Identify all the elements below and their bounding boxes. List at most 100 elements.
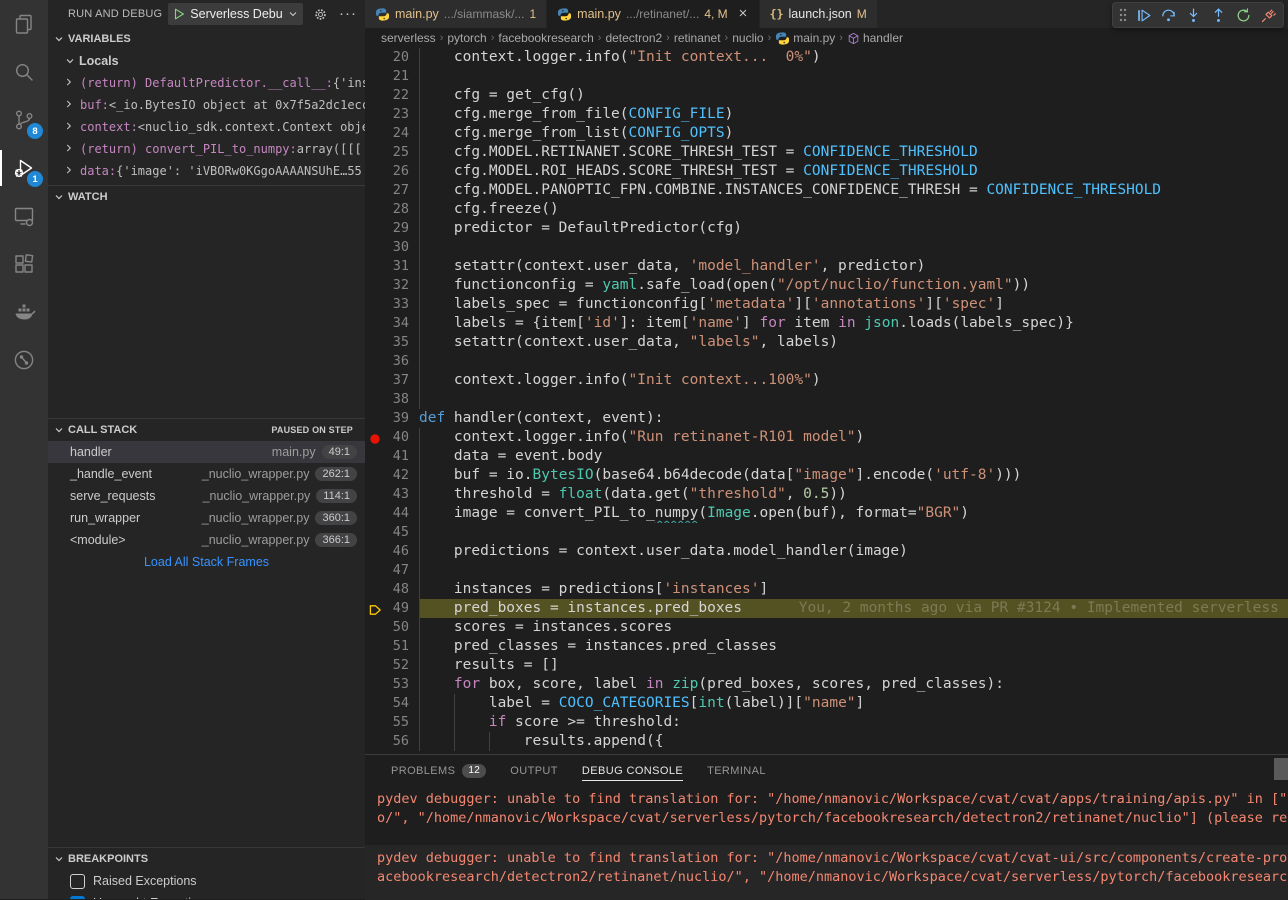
debug-restart-button[interactable] — [1231, 3, 1255, 27]
variable-row[interactable]: data: {'image': 'iVBORw0KGgoAAAANSUhE…55 — [48, 160, 365, 182]
variables-section-header[interactable]: VARIABLES — [48, 28, 365, 50]
editor-gutter[interactable]: 22 — [365, 86, 419, 105]
code-line[interactable]: 47 — [365, 561, 1288, 580]
code-line[interactable]: 29 predictor = DefaultPredictor(cfg) — [365, 219, 1288, 238]
toolbar-grip-handle[interactable] — [1116, 7, 1130, 23]
editor-tab-main-py[interactable]: main.py.../siammask/...1 — [365, 0, 547, 28]
code-line[interactable]: 21 — [365, 67, 1288, 86]
activity-item-run-and-debug[interactable]: 1 — [0, 144, 48, 192]
activity-item-search[interactable] — [0, 48, 48, 96]
stack-frame-row[interactable]: <module>_nuclio_wrapper.py366:1 — [48, 529, 365, 551]
breadcrumb-item-retinanet[interactable]: retinanet — [674, 31, 721, 45]
code-line[interactable]: 25 cfg.MODEL.RETINANET.SCORE_THRESH_TEST… — [365, 143, 1288, 162]
code-line[interactable]: 44 image = convert_PIL_to_numpy(Image.op… — [365, 504, 1288, 523]
editor-gutter[interactable]: 53 — [365, 675, 419, 694]
panel-tab-output[interactable]: OUTPUT — [510, 755, 558, 786]
code-editor[interactable]: 20 context.logger.info("Init context... … — [365, 48, 1288, 754]
gear-icon[interactable] — [309, 3, 331, 25]
breadcrumb-item-detectron2[interactable]: detectron2 — [605, 31, 662, 45]
editor-gutter[interactable]: 26 — [365, 162, 419, 181]
editor-gutter[interactable]: 38 — [365, 390, 419, 409]
editor-gutter[interactable]: 42 — [365, 466, 419, 485]
code-line[interactable]: 46 predictions = context.user_data.model… — [365, 542, 1288, 561]
breakpoint-row[interactable]: Raised Exceptions — [48, 870, 365, 892]
panel-tab-problems[interactable]: PROBLEMS12 — [391, 755, 486, 786]
code-line[interactable]: 35 setattr(context.user_data, "labels", … — [365, 333, 1288, 352]
editor-gutter[interactable]: 47 — [365, 561, 419, 580]
code-line[interactable]: 20 context.logger.info("Init context... … — [365, 48, 1288, 67]
stack-frame-row[interactable]: serve_requests_nuclio_wrapper.py114:1 — [48, 485, 365, 507]
load-all-stack-frames-link[interactable]: Load All Stack Frames — [48, 555, 365, 569]
code-line[interactable]: 49 pred_boxes = instances.pred_boxesYou,… — [365, 599, 1288, 618]
debug-step-over-button[interactable] — [1156, 3, 1180, 27]
locals-scope[interactable]: Locals — [48, 50, 365, 72]
variable-row[interactable]: context: <nuclio_sdk.context.Context obj… — [48, 116, 365, 138]
activity-item-remote-explorer[interactable] — [0, 192, 48, 240]
code-line[interactable]: 31 setattr(context.user_data, 'model_han… — [365, 257, 1288, 276]
editor-gutter[interactable]: 52 — [365, 656, 419, 675]
code-line[interactable]: 37 context.logger.info("Init context...1… — [365, 371, 1288, 390]
stack-frame-row[interactable]: _handle_event_nuclio_wrapper.py262:1 — [48, 463, 365, 485]
breakpoints-section-header[interactable]: BREAKPOINTS — [48, 848, 365, 870]
code-line[interactable]: 26 cfg.MODEL.ROI_HEADS.SCORE_THRESH_TEST… — [365, 162, 1288, 181]
watch-section-header[interactable]: WATCH — [48, 186, 365, 208]
code-line[interactable]: 50 scores = instances.scores — [365, 618, 1288, 637]
editor-gutter[interactable]: 35 — [365, 333, 419, 352]
debug-disconnect-button[interactable] — [1256, 3, 1280, 27]
code-line[interactable]: 45 — [365, 523, 1288, 542]
breakpoint-row[interactable]: Uncaught Exceptions — [48, 892, 365, 899]
editor-gutter[interactable]: 25 — [365, 143, 419, 162]
code-line[interactable]: 34 labels = {item['id']: item['name'] fo… — [365, 314, 1288, 333]
code-line[interactable]: 27 cfg.MODEL.PANOPTIC_FPN.COMBINE.INSTAN… — [365, 181, 1288, 200]
breadcrumb-item-serverless[interactable]: serverless — [381, 31, 436, 45]
code-line[interactable]: 38 — [365, 390, 1288, 409]
breakpoint-checkbox[interactable] — [70, 874, 85, 889]
code-line[interactable]: 32 functionconfig = yaml.safe_load(open(… — [365, 276, 1288, 295]
editor-gutter[interactable]: 31 — [365, 257, 419, 276]
editor-gutter[interactable]: 36 — [365, 352, 419, 371]
variable-row[interactable]: (return) convert_PIL_to_numpy: array([[[… — [48, 138, 365, 160]
editor-gutter[interactable]: 41 — [365, 447, 419, 466]
debug-step-out-button[interactable] — [1206, 3, 1230, 27]
breadcrumb-item-main-py[interactable]: main.py — [775, 31, 835, 46]
code-line[interactable]: 43 threshold = float(data.get("threshold… — [365, 485, 1288, 504]
editor-gutter[interactable]: 51 — [365, 637, 419, 656]
activity-item-docker[interactable] — [0, 288, 48, 336]
code-line[interactable]: 52 results = [] — [365, 656, 1288, 675]
editor-gutter[interactable]: 34 — [365, 314, 419, 333]
editor-gutter[interactable]: 45 — [365, 523, 419, 542]
code-line[interactable]: 55 if score >= threshold: — [365, 713, 1288, 732]
code-line[interactable]: 33 labels_spec = functionconfig['metadat… — [365, 295, 1288, 314]
editor-gutter[interactable]: 24 — [365, 124, 419, 143]
call-stack-section-header[interactable]: CALL STACK PAUSED ON STEP — [48, 419, 365, 441]
panel-scrollbar[interactable] — [1274, 758, 1288, 780]
code-line[interactable]: 56 results.append({ — [365, 732, 1288, 751]
code-line[interactable]: 36 — [365, 352, 1288, 371]
editor-gutter[interactable]: 46 — [365, 542, 419, 561]
breadcrumb-item-handler[interactable]: handler — [847, 31, 903, 45]
code-line[interactable]: 53 for box, score, label in zip(pred_box… — [365, 675, 1288, 694]
editor-gutter[interactable]: 54 — [365, 694, 419, 713]
activity-item-git-graph[interactable] — [0, 336, 48, 384]
editor-gutter[interactable]: 49 — [365, 599, 419, 618]
editor-gutter[interactable]: 55 — [365, 713, 419, 732]
code-line[interactable]: 28 cfg.freeze() — [365, 200, 1288, 219]
code-line[interactable]: 54 label = COCO_CATEGORIES[int(label)]["… — [365, 694, 1288, 713]
stack-frame-row[interactable]: run_wrapper_nuclio_wrapper.py360:1 — [48, 507, 365, 529]
variable-row[interactable]: buf: <_io.BytesIO object at 0x7f5a2dc1ec… — [48, 94, 365, 116]
editor-gutter[interactable]: 29 — [365, 219, 419, 238]
breadcrumb-item-nuclio[interactable]: nuclio — [732, 31, 763, 45]
code-line[interactable]: 39def handler(context, event): — [365, 409, 1288, 428]
code-line[interactable]: 30 — [365, 238, 1288, 257]
editor-gutter[interactable]: 30 — [365, 238, 419, 257]
editor-gutter[interactable]: 23 — [365, 105, 419, 124]
editor-gutter[interactable]: 33 — [365, 295, 419, 314]
code-line[interactable]: 42 buf = io.BytesIO(base64.b64decode(dat… — [365, 466, 1288, 485]
code-line[interactable]: 48 instances = predictions['instances'] — [365, 580, 1288, 599]
debug-continue-button[interactable] — [1131, 3, 1155, 27]
code-line[interactable]: 23 cfg.merge_from_file(CONFIG_FILE) — [365, 105, 1288, 124]
editor-gutter[interactable]: 39 — [365, 409, 419, 428]
editor-gutter[interactable]: 48 — [365, 580, 419, 599]
code-line[interactable]: 41 data = event.body — [365, 447, 1288, 466]
launch-config-dropdown[interactable]: Serverless Debu — [168, 3, 303, 25]
